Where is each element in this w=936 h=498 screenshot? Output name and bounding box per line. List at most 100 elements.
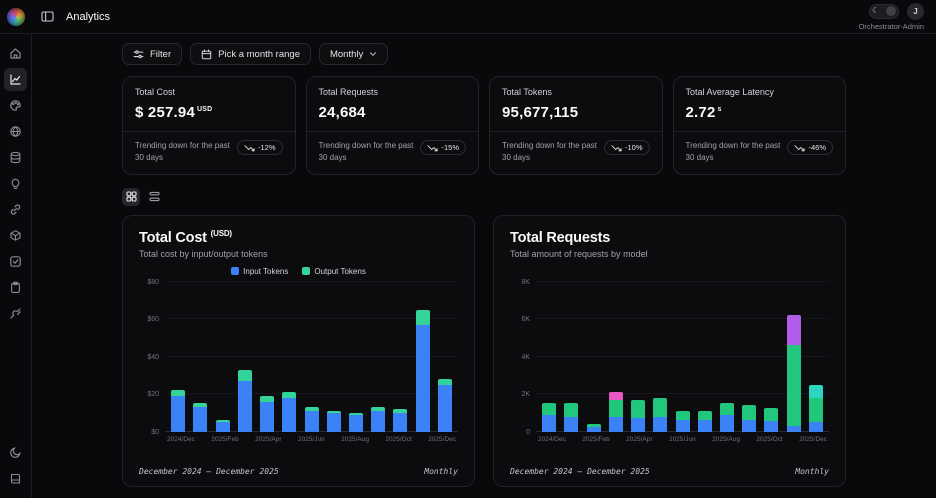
bar-segment[interactable] — [609, 417, 623, 432]
sidebar-item-tasks[interactable] — [4, 250, 27, 273]
bar-segment[interactable] — [653, 398, 667, 417]
bar-stack[interactable] — [742, 405, 756, 431]
bar-segment[interactable] — [216, 422, 230, 431]
bar-segment[interactable] — [564, 403, 578, 416]
sidebar-item-package[interactable] — [4, 224, 27, 247]
bar-segment[interactable] — [742, 420, 756, 431]
bar-segment[interactable] — [371, 411, 385, 432]
bar-segment[interactable] — [742, 405, 756, 420]
bar-stack[interactable] — [787, 315, 801, 431]
bar-segment[interactable] — [809, 385, 823, 398]
bar-stack[interactable] — [542, 403, 556, 431]
sidebar-item-database[interactable] — [4, 146, 27, 169]
grid-view-button[interactable] — [122, 188, 140, 206]
bar-segment[interactable] — [809, 422, 823, 431]
bar-stack[interactable] — [698, 411, 712, 432]
bar-stack[interactable] — [438, 379, 452, 432]
bar-segment[interactable] — [787, 315, 801, 345]
bar-column — [167, 282, 189, 432]
bar-segment[interactable] — [764, 408, 778, 421]
bar-segment[interactable] — [587, 427, 601, 432]
bar-stack[interactable] — [305, 407, 319, 431]
sidebar-item-globe[interactable] — [4, 120, 27, 143]
y-tick-label: 4K — [521, 354, 530, 361]
bar-stack[interactable] — [609, 392, 623, 431]
bar-segment[interactable] — [305, 411, 319, 432]
bar-segment[interactable] — [542, 415, 556, 432]
bar-stack[interactable] — [631, 400, 645, 432]
bar-segment[interactable] — [787, 345, 801, 426]
x-tick-label — [195, 436, 211, 446]
y-tick-label: 6K — [521, 316, 530, 323]
bar-stack[interactable] — [720, 403, 734, 431]
bar-segment[interactable] — [260, 402, 274, 432]
sidebar-item-palette[interactable] — [4, 94, 27, 117]
bar-stack[interactable] — [327, 411, 341, 432]
y-tick-label: $40 — [147, 354, 159, 361]
bar-stack[interactable] — [371, 407, 385, 431]
legend-item[interactable]: Output Tokens — [302, 267, 365, 276]
bar-segment[interactable] — [698, 411, 712, 420]
bar-stack[interactable] — [171, 390, 185, 431]
sidebar-item-home[interactable] — [4, 42, 27, 65]
list-view-button[interactable] — [145, 188, 163, 206]
sidebar-toggle-button[interactable] — [36, 6, 58, 28]
bar-stack[interactable] — [587, 424, 601, 432]
bar-stack[interactable] — [216, 420, 230, 431]
sidebar-item-theme[interactable] — [4, 441, 27, 464]
sidebar-item-link[interactable] — [4, 198, 27, 221]
filter-button[interactable]: Filter — [122, 43, 182, 65]
bar-segment[interactable] — [676, 420, 690, 431]
legend-item[interactable]: Input Tokens — [231, 267, 288, 276]
sidebar-item-lightbulb[interactable] — [4, 172, 27, 195]
bar-stack[interactable] — [416, 310, 430, 432]
chart-title: Total Cost (USD) — [139, 229, 458, 246]
sidebar-item-analytics[interactable] — [4, 68, 27, 91]
bar-stack[interactable] — [676, 411, 690, 432]
bar-segment[interactable] — [171, 396, 185, 432]
bar-segment[interactable] — [238, 370, 252, 381]
granularity-select[interactable]: Monthly — [319, 43, 388, 65]
bar-segment[interactable] — [809, 398, 823, 422]
bar-segment[interactable] — [393, 413, 407, 432]
bar-segment[interactable] — [676, 411, 690, 420]
date-range-button[interactable]: Pick a month range — [190, 43, 311, 65]
sidebar-item-tools[interactable] — [4, 302, 27, 325]
bar-stack[interactable] — [764, 408, 778, 431]
bar-segment[interactable] — [698, 420, 712, 431]
bar-segment[interactable] — [609, 400, 623, 417]
bar-segment[interactable] — [653, 417, 667, 432]
app-logo[interactable] — [7, 8, 25, 26]
bar-stack[interactable] — [282, 392, 296, 431]
bar-segment[interactable] — [238, 381, 252, 432]
bar-stack[interactable] — [260, 396, 274, 432]
bar-stack[interactable] — [653, 398, 667, 432]
bar-segment[interactable] — [282, 398, 296, 432]
bar-stack[interactable] — [349, 413, 363, 432]
bar-segment[interactable] — [609, 392, 623, 400]
stat-value: 24,684 — [319, 104, 467, 121]
bar-segment[interactable] — [564, 417, 578, 432]
avatar[interactable]: J — [907, 3, 924, 20]
bar-segment[interactable] — [327, 413, 341, 432]
bar-segment[interactable] — [631, 418, 645, 431]
sidebar-item-docs[interactable] — [4, 467, 27, 490]
bar-segment[interactable] — [542, 403, 556, 414]
bar-stack[interactable] — [564, 403, 578, 431]
bar-stack[interactable] — [238, 370, 252, 432]
sidebar-item-clipboard[interactable] — [4, 276, 27, 299]
bar-segment[interactable] — [764, 421, 778, 431]
bar-segment[interactable] — [720, 403, 734, 414]
bar-segment[interactable] — [193, 407, 207, 431]
bar-segment[interactable] — [787, 426, 801, 432]
bar-stack[interactable] — [193, 403, 207, 431]
bar-stack[interactable] — [809, 385, 823, 432]
bar-segment[interactable] — [720, 415, 734, 432]
bar-segment[interactable] — [631, 400, 645, 419]
bar-segment[interactable] — [349, 415, 363, 432]
bar-stack[interactable] — [393, 409, 407, 432]
theme-toggle[interactable]: ☾ — [869, 4, 899, 19]
bar-segment[interactable] — [438, 385, 452, 432]
bar-segment[interactable] — [416, 310, 430, 325]
bar-segment[interactable] — [416, 325, 430, 432]
